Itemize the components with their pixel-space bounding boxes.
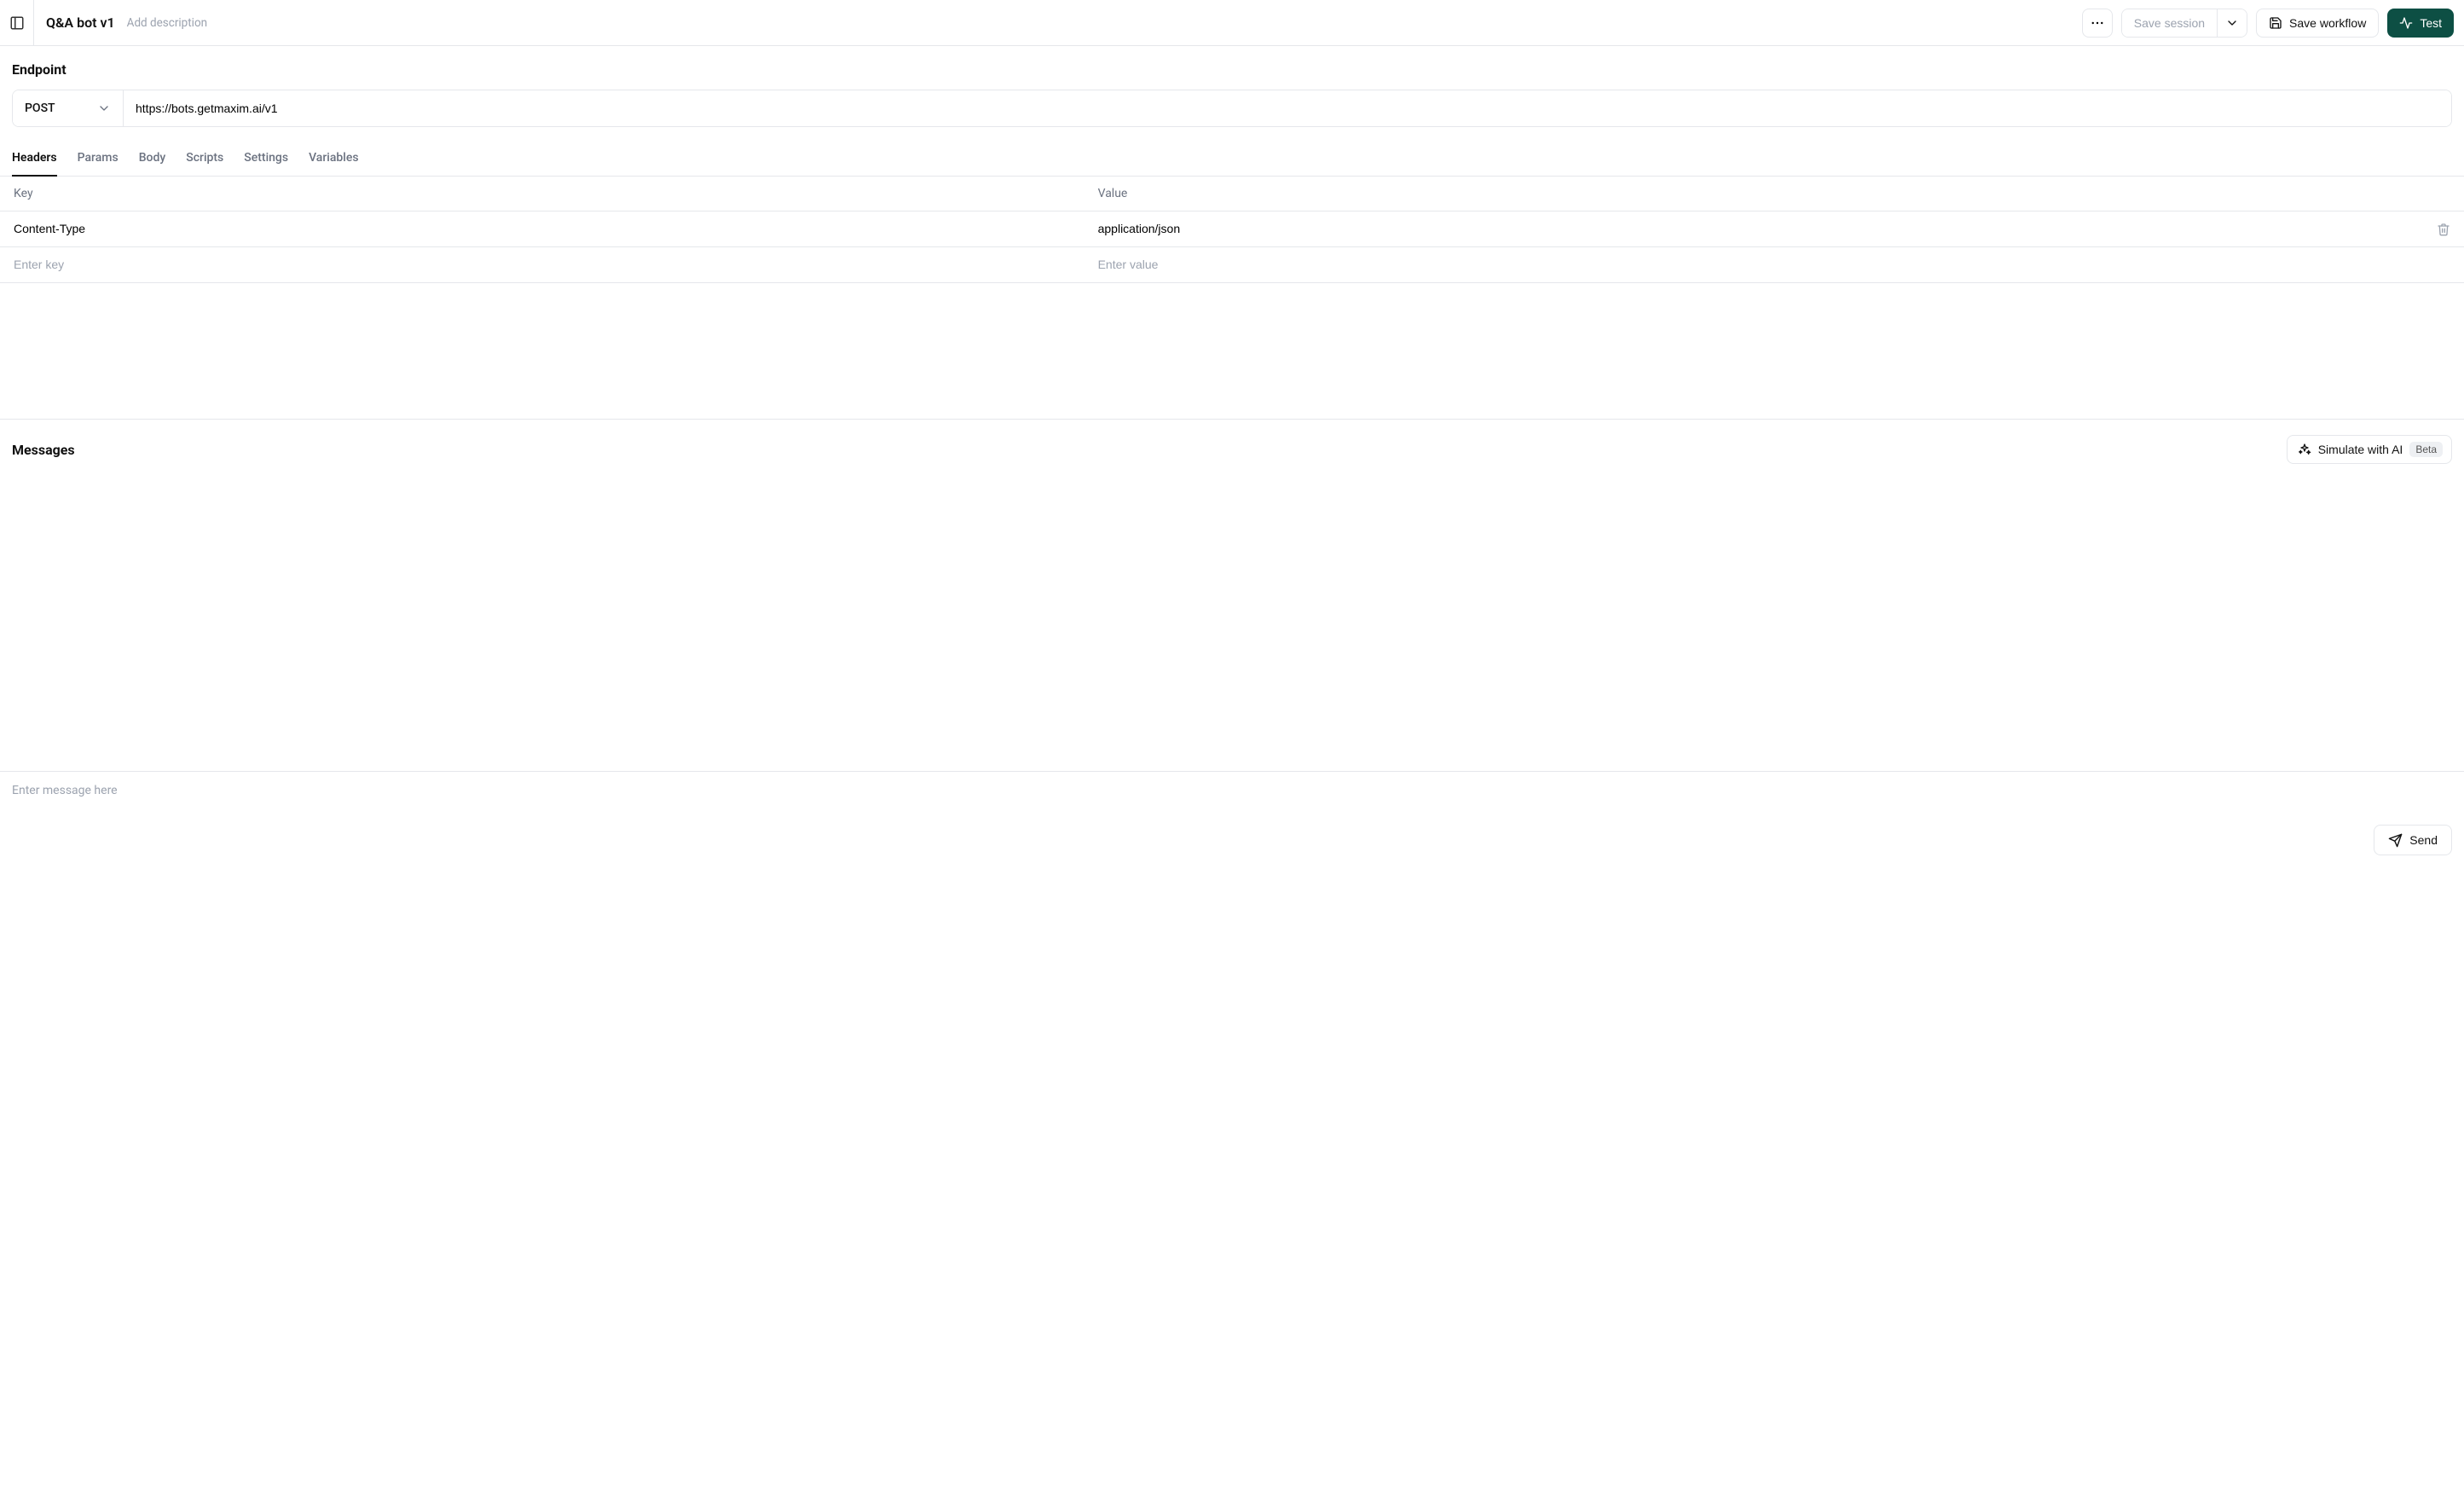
top-bar-left: Q&A bot v1 Add description — [0, 0, 2082, 46]
sparkles-icon — [2298, 443, 2311, 456]
tab-scripts[interactable]: Scripts — [186, 142, 223, 177]
messages-section-title: Messages — [12, 442, 75, 458]
more-horizontal-icon — [2090, 15, 2105, 31]
save-session-button[interactable]: Save session — [2122, 9, 2218, 37]
messages-header: Messages Simulate with AI Beta — [0, 420, 2464, 464]
headers-table: Key Value — [0, 177, 2464, 283]
save-workflow-label: Save workflow — [2289, 16, 2366, 30]
endpoint-section: Endpoint POST — [0, 46, 2464, 127]
chevron-down-icon — [2225, 16, 2239, 30]
beta-badge: Beta — [2409, 442, 2443, 457]
trash-icon — [2437, 223, 2450, 236]
simulate-with-ai-button[interactable]: Simulate with AI Beta — [2287, 435, 2452, 464]
message-footer: Send — [0, 771, 2464, 867]
header-key-input[interactable] — [14, 222, 1071, 235]
workflow-title[interactable]: Q&A bot v1 — [34, 14, 127, 31]
send-row: Send — [12, 825, 2452, 855]
new-header-value-input[interactable] — [1098, 258, 2352, 271]
endpoint-row: POST — [12, 90, 2452, 127]
tab-settings[interactable]: Settings — [244, 142, 288, 177]
table-row — [0, 211, 2464, 247]
delete-row-button[interactable] — [2379, 223, 2450, 236]
test-label: Test — [2420, 16, 2442, 30]
headers-col-value: Value — [1085, 177, 2366, 211]
top-bar-actions: Save session Save workflow Test — [2082, 9, 2454, 38]
endpoint-tabs: Headers Params Body Scripts Settings Var… — [0, 142, 2464, 177]
chevron-down-icon — [97, 101, 111, 115]
save-session-dropdown-button[interactable] — [2218, 9, 2247, 37]
simulate-label: Simulate with AI — [2318, 443, 2403, 456]
table-row-new — [0, 247, 2464, 283]
messages-body — [0, 464, 2464, 771]
new-header-key-input[interactable] — [14, 258, 1071, 271]
panel-left-icon — [9, 15, 25, 31]
message-input[interactable] — [12, 784, 2452, 801]
send-button[interactable]: Send — [2374, 825, 2452, 855]
http-method-select[interactable]: POST — [13, 90, 124, 126]
headers-col-actions — [2365, 177, 2464, 211]
endpoint-url-input[interactable] — [124, 90, 2451, 126]
more-options-button[interactable] — [2082, 9, 2113, 38]
top-bar: Q&A bot v1 Add description Save session … — [0, 0, 2464, 46]
add-description-field[interactable]: Add description — [127, 16, 207, 30]
tab-body[interactable]: Body — [139, 142, 166, 177]
header-value-input[interactable] — [1098, 222, 2352, 235]
endpoint-section-title: Endpoint — [12, 61, 2452, 78]
save-session-group: Save session — [2121, 9, 2247, 38]
tab-headers[interactable]: Headers — [12, 142, 57, 177]
send-icon — [2388, 833, 2403, 848]
save-workflow-button[interactable]: Save workflow — [2256, 9, 2379, 38]
http-method-value: POST — [25, 101, 55, 115]
headers-col-key: Key — [0, 177, 1085, 211]
tab-variables[interactable]: Variables — [309, 142, 358, 177]
sidebar-toggle-button[interactable] — [0, 0, 34, 46]
test-button[interactable]: Test — [2387, 9, 2454, 38]
save-icon — [2269, 16, 2282, 30]
spacer — [0, 283, 2464, 420]
send-label: Send — [2409, 833, 2438, 847]
activity-icon — [2399, 16, 2413, 30]
tab-params[interactable]: Params — [78, 142, 119, 177]
